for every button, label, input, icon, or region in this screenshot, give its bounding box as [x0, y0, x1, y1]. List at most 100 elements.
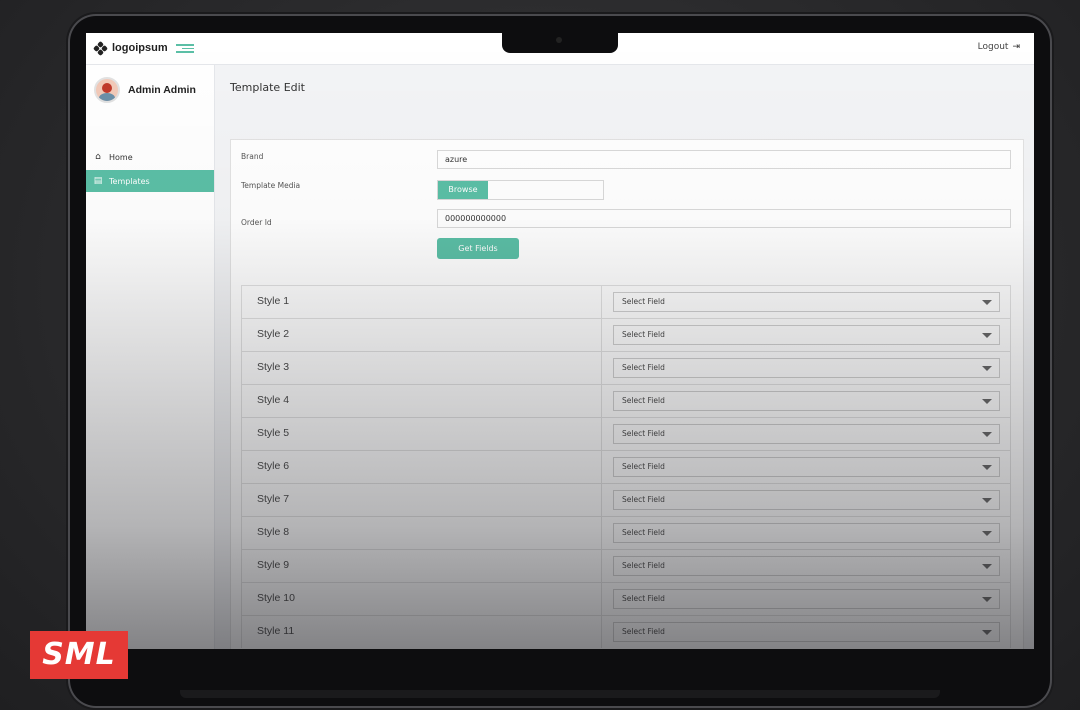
- chevron-down-icon: [982, 432, 992, 437]
- column-divider: [601, 352, 602, 384]
- chevron-down-icon: [982, 300, 992, 305]
- column-divider: [601, 517, 602, 549]
- brand-label: Brand: [241, 152, 264, 161]
- table-row: Style 6 Select Field: [241, 450, 1011, 483]
- sidebar-item-label: Home: [109, 152, 133, 162]
- main-content: Template Edit Brand azure Template Media…: [215, 65, 1034, 649]
- select-field-value: Select Field: [622, 429, 665, 438]
- select-field-value: Select Field: [622, 330, 665, 339]
- select-field-dropdown[interactable]: Select Field: [613, 325, 1000, 345]
- select-field-value: Select Field: [622, 363, 665, 372]
- style-label: Style 8: [257, 526, 290, 538]
- style-label: Style 9: [257, 559, 290, 571]
- get-fields-button[interactable]: Get Fields: [437, 238, 519, 259]
- user-name: Admin Admin: [128, 84, 196, 96]
- browse-button[interactable]: Browse: [438, 181, 488, 199]
- select-field-value: Select Field: [622, 594, 665, 603]
- style-label: Style 1: [257, 295, 290, 307]
- chevron-down-icon: [982, 465, 992, 470]
- style-label: Style 5: [257, 427, 290, 439]
- select-field-value: Select Field: [622, 561, 665, 570]
- column-divider: [601, 616, 602, 648]
- select-field-dropdown[interactable]: Select Field: [613, 457, 1000, 477]
- table-row: Style 10 Select Field: [241, 582, 1011, 615]
- column-divider: [601, 385, 602, 417]
- select-field-value: Select Field: [622, 528, 665, 537]
- sidebar-item-templates[interactable]: ▤ Templates: [86, 170, 214, 192]
- select-field-dropdown[interactable]: Select Field: [613, 358, 1000, 378]
- column-divider: [601, 550, 602, 582]
- style-label: Style 10: [257, 592, 295, 604]
- camera-notch: [502, 33, 618, 53]
- logout-label: Logout: [977, 42, 1009, 52]
- file-icon: ▤: [93, 176, 103, 186]
- column-divider: [601, 583, 602, 615]
- table-row: Style 3 Select Field: [241, 351, 1011, 384]
- sml-badge: SML: [30, 631, 128, 679]
- table-row: Style 5 Select Field: [241, 417, 1011, 450]
- select-field-dropdown[interactable]: Select Field: [613, 556, 1000, 576]
- style-label: Style 7: [257, 493, 290, 505]
- style-label: Style 6: [257, 460, 290, 472]
- home-icon: ⌂: [95, 152, 101, 162]
- chevron-down-icon: [982, 531, 992, 536]
- template-media-label: Template Media: [241, 181, 301, 190]
- page-title: Template Edit: [230, 81, 305, 94]
- style-label: Style 4: [257, 394, 290, 406]
- chevron-down-icon: [982, 333, 992, 338]
- select-field-value: Select Field: [622, 627, 665, 636]
- table-row: Style 2 Select Field: [241, 318, 1011, 351]
- user-profile[interactable]: Admin Admin: [94, 77, 196, 103]
- brand-input[interactable]: azure: [437, 150, 1011, 169]
- select-field-dropdown[interactable]: Select Field: [613, 622, 1000, 642]
- laptop-screen: logoipsum Logout ⇥ Admin Admin ⌂ Home ▤ …: [86, 33, 1034, 649]
- chevron-down-icon: [982, 399, 992, 404]
- logo-mark-icon: [92, 40, 109, 57]
- style-mapping-table: Style 1 Select Field Style 2 Select Field St…: [241, 285, 1011, 648]
- table-row: Style 7 Select Field: [241, 483, 1011, 516]
- column-divider: [601, 484, 602, 516]
- select-field-dropdown[interactable]: Select Field: [613, 424, 1000, 444]
- select-field-value: Select Field: [622, 462, 665, 471]
- template-media-input[interactable]: Browse: [437, 180, 604, 200]
- select-field-dropdown[interactable]: Select Field: [613, 490, 1000, 510]
- chevron-down-icon: [982, 366, 992, 371]
- chevron-down-icon: [982, 597, 992, 602]
- avatar: [94, 77, 120, 103]
- select-field-value: Select Field: [622, 495, 665, 504]
- chevron-down-icon: [982, 498, 992, 503]
- logo[interactable]: logoipsum: [92, 40, 168, 57]
- table-row: Style 1 Select Field: [241, 285, 1011, 318]
- table-row: Style 8 Select Field: [241, 516, 1011, 549]
- order-id-input[interactable]: 000000000000: [437, 209, 1011, 228]
- menu-collapse-icon[interactable]: [176, 42, 194, 54]
- table-row: Style 11 Select Field: [241, 615, 1011, 648]
- style-label: Style 11: [257, 625, 295, 637]
- logout-button[interactable]: Logout ⇥: [978, 42, 1020, 52]
- select-field-value: Select Field: [622, 297, 665, 306]
- select-field-value: Select Field: [622, 396, 665, 405]
- laptop-base-lip: [180, 690, 940, 698]
- logout-icon: ⇥: [1012, 42, 1020, 52]
- column-divider: [601, 286, 602, 318]
- chevron-down-icon: [982, 564, 992, 569]
- table-row: Style 9 Select Field: [241, 549, 1011, 582]
- select-field-dropdown[interactable]: Select Field: [613, 391, 1000, 411]
- select-field-dropdown[interactable]: Select Field: [613, 589, 1000, 609]
- chevron-down-icon: [982, 630, 992, 635]
- order-id-label: Order Id: [241, 218, 272, 227]
- select-field-dropdown[interactable]: Select Field: [613, 292, 1000, 312]
- column-divider: [601, 319, 602, 351]
- sidebar: Admin Admin ⌂ Home ▤ Templates: [86, 65, 215, 649]
- sidebar-item-home[interactable]: ⌂ Home: [86, 146, 214, 168]
- template-form-card: Brand azure Template Media Browse Order …: [230, 139, 1024, 649]
- style-label: Style 2: [257, 328, 290, 340]
- column-divider: [601, 451, 602, 483]
- table-row: Style 4 Select Field: [241, 384, 1011, 417]
- camera-icon: [556, 37, 562, 43]
- column-divider: [601, 418, 602, 450]
- style-label: Style 3: [257, 361, 290, 373]
- logo-text: logoipsum: [112, 42, 168, 54]
- select-field-dropdown[interactable]: Select Field: [613, 523, 1000, 543]
- sidebar-item-label: Templates: [109, 176, 150, 186]
